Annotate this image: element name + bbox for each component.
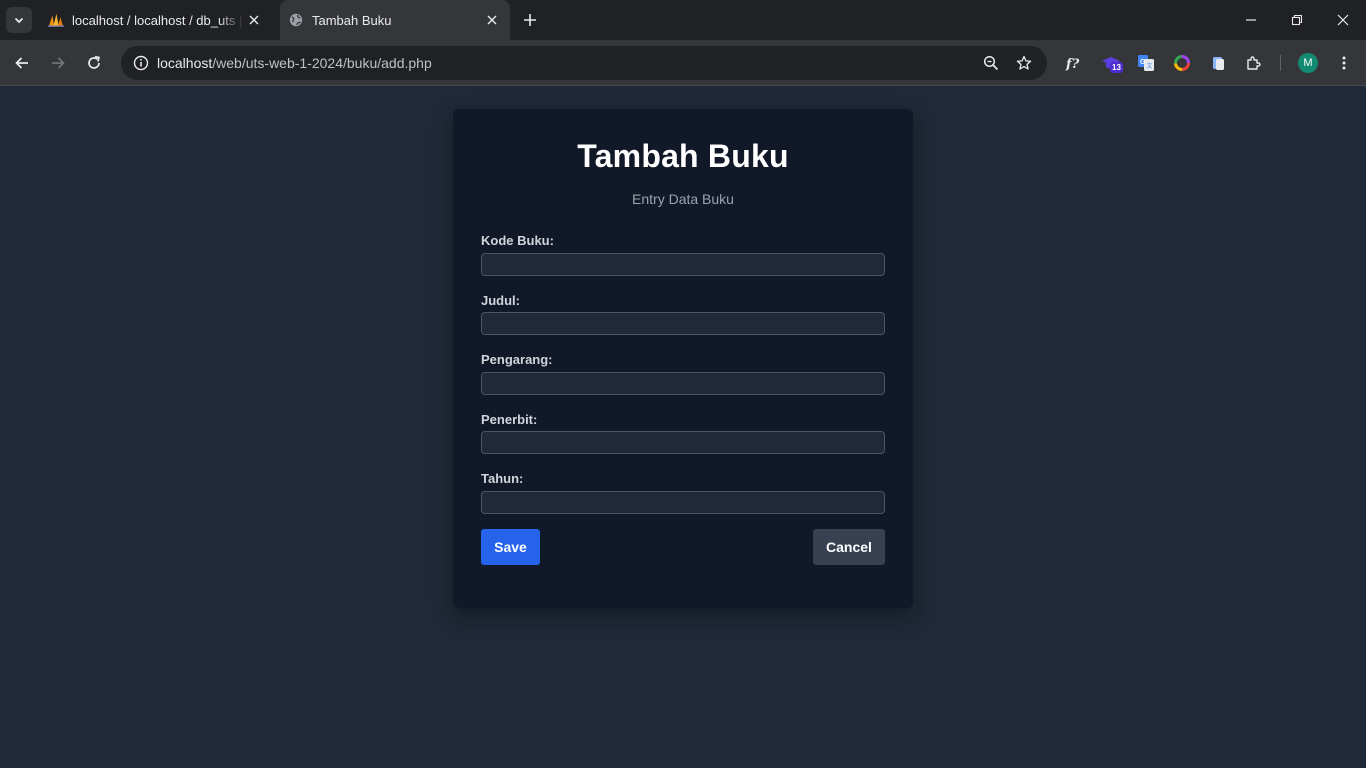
tab-strip: localhost / localhost / db_uts | phpMyAd… — [0, 0, 1366, 40]
judul-input[interactable] — [481, 312, 885, 335]
site-info-icon[interactable] — [129, 51, 153, 75]
phpmyadmin-icon — [48, 12, 64, 28]
minimize-button[interactable] — [1228, 0, 1274, 40]
profile-avatar[interactable]: M — [1298, 53, 1318, 73]
tab-tambah-buku[interactable]: Tambah Buku — [280, 0, 510, 40]
page-title: Tambah Buku — [577, 138, 789, 174]
close-window-button[interactable] — [1320, 0, 1366, 40]
tab-title: localhost / localhost / db_uts | phpMyAd… — [72, 12, 244, 28]
svg-text:G: G — [1140, 59, 1146, 66]
font-extension-icon[interactable]: f? — [1062, 51, 1086, 75]
cancel-button[interactable]: Cancel — [813, 529, 885, 565]
pengarang-label: Pengarang: — [481, 352, 553, 367]
restore-icon — [1291, 14, 1303, 26]
google-translate-icon[interactable]: G文 — [1134, 51, 1158, 75]
kode-buku-label: Kode Buku: — [481, 233, 554, 248]
minimize-icon — [1245, 14, 1257, 26]
chevron-down-icon — [13, 14, 25, 26]
svg-text:f?: f? — [1065, 57, 1080, 71]
tahun-input[interactable] — [481, 491, 885, 514]
kode-buku-input[interactable] — [481, 253, 885, 276]
zoom-icon[interactable] — [979, 51, 1003, 75]
url-path: /web/uts-web-1-2024/buku/add.php — [212, 55, 432, 71]
judul-label: Judul: — [481, 293, 520, 308]
clipboard-extension-icon[interactable] — [1206, 51, 1230, 75]
save-button[interactable]: Save — [481, 529, 540, 565]
page-subtitle: Entry Data Buku — [632, 191, 734, 207]
form-card: Tambah Buku Entry Data Buku Kode Buku: J… — [453, 109, 913, 608]
arrow-right-icon — [50, 55, 66, 71]
tahun-label: Tahun: — [481, 471, 524, 486]
tab-title: Tambah Buku — [312, 12, 392, 28]
browser-toolbar: localhost/web/uts-web-1-2024/buku/add.ph… — [0, 40, 1366, 86]
close-icon[interactable] — [244, 10, 264, 30]
color-wheel-extension-icon[interactable] — [1170, 51, 1194, 75]
bookmark-star-icon[interactable] — [1012, 51, 1036, 75]
svg-text:文: 文 — [1147, 62, 1153, 70]
address-bar[interactable]: localhost/web/uts-web-1-2024/buku/add.ph… — [121, 46, 1047, 80]
tab-search-button[interactable] — [6, 7, 32, 33]
close-icon[interactable] — [482, 10, 502, 30]
plus-icon — [523, 13, 537, 27]
close-icon — [1337, 14, 1349, 26]
tab-phpmyadmin[interactable]: localhost / localhost / db_uts | phpMyAd… — [40, 0, 272, 40]
graduation-cap-extension-icon[interactable]: 13 — [1099, 51, 1123, 75]
new-tab-button[interactable] — [518, 8, 542, 32]
back-button[interactable] — [8, 49, 36, 77]
url-text[interactable]: localhost/web/uts-web-1-2024/buku/add.ph… — [157, 55, 432, 71]
pengarang-input[interactable] — [481, 372, 885, 395]
penerbit-label: Penerbit: — [481, 412, 538, 427]
url-host: localhost — [157, 55, 213, 71]
penerbit-input[interactable] — [481, 431, 885, 454]
globe-icon — [288, 12, 304, 28]
arrow-left-icon — [14, 55, 30, 71]
kebab-menu-icon[interactable] — [1332, 51, 1356, 75]
restore-button[interactable] — [1274, 0, 1320, 40]
toolbar-divider — [1280, 55, 1281, 71]
puzzle-extensions-icon[interactable] — [1242, 51, 1266, 75]
reload-icon — [86, 55, 102, 71]
reload-button[interactable] — [80, 49, 108, 77]
forward-button[interactable] — [44, 49, 72, 77]
extension-badge: 13 — [1110, 62, 1123, 73]
